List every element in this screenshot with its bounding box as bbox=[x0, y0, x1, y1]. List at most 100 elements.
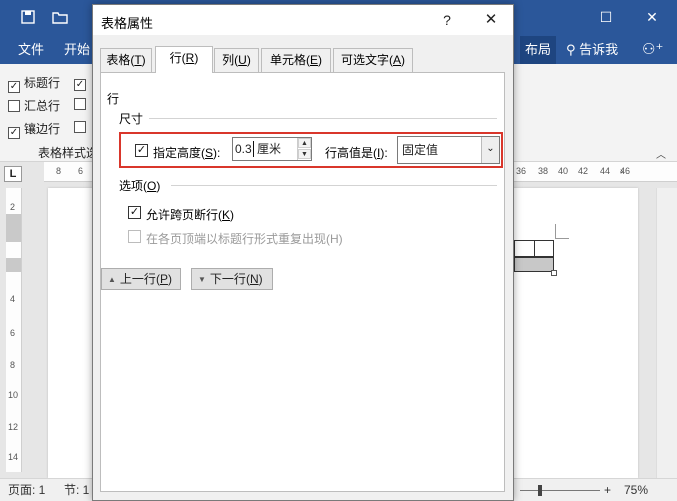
tab-alt-text[interactable]: 可选文字(A) bbox=[333, 48, 413, 72]
tab-row[interactable]: 行(R) bbox=[155, 46, 213, 73]
zoom-slider-thumb[interactable] bbox=[538, 485, 542, 496]
close-window-icon[interactable]: ✕ bbox=[632, 0, 672, 34]
tab-label: 单元格 bbox=[269, 53, 306, 67]
search-icon: ⚲ bbox=[566, 42, 576, 57]
total-row-option[interactable]: 汇总行 bbox=[8, 97, 60, 114]
specify-height-checkbox[interactable]: ✓ bbox=[135, 144, 148, 157]
dialog-title-bar[interactable]: 表格属性 ? ✕ bbox=[93, 5, 513, 35]
first-col-checkbox[interactable]: ✓ bbox=[74, 74, 90, 91]
ruler-tick-label: 8 bbox=[10, 360, 16, 370]
ruler-row-marker bbox=[6, 258, 21, 272]
ruler-tick-label: 4 bbox=[10, 294, 16, 304]
repeat-header-label: 在各页顶端以标题行形式重复出现(H) bbox=[146, 232, 343, 246]
previous-row-button[interactable]: ▲ 上一行(P) bbox=[101, 268, 181, 290]
tab-accelerator: T bbox=[134, 53, 142, 67]
text-cursor bbox=[253, 141, 254, 157]
text-boundary-mark bbox=[555, 224, 556, 238]
share-user-icon[interactable]: ⚇⁺ bbox=[642, 36, 663, 64]
table-properties-dialog: 表格属性 ? ✕ 表格(T) 行(R) 列(U) 单元格(E) 可选文字(A) … bbox=[92, 4, 514, 501]
header-row-option[interactable]: ✓ 标题行 bbox=[8, 74, 60, 93]
tab-column[interactable]: 列(U) bbox=[214, 48, 259, 72]
row-tab-panel: 行 尺寸 ✓ 指定高度(S): 0.3 厘米 ▲ ▼ 行高值是(I): 固定值 … bbox=[100, 72, 505, 492]
dialog-title: 表格属性 bbox=[101, 16, 154, 31]
tab-label: 行 bbox=[169, 51, 182, 65]
help-button[interactable]: ? bbox=[427, 5, 467, 35]
table-resize-handle[interactable] bbox=[551, 270, 557, 276]
tab-label: 列 bbox=[222, 53, 235, 67]
zoom-level[interactable]: 75% bbox=[624, 479, 648, 501]
size-section-label: 尺寸 bbox=[119, 112, 144, 126]
table-row[interactable] bbox=[514, 240, 554, 257]
table-row-selected[interactable] bbox=[514, 257, 554, 272]
zoom-slider[interactable] bbox=[520, 490, 600, 491]
close-dialog-button[interactable]: ✕ bbox=[471, 5, 511, 35]
tell-me-label: 告诉我 bbox=[579, 42, 619, 57]
row-height-rule-value: 固定值 bbox=[402, 143, 439, 157]
ruler-tick-label: 2 bbox=[10, 202, 16, 212]
row-height-rule-select[interactable]: 固定值 ⌄ bbox=[397, 136, 500, 164]
ruler-tick-label: 6 bbox=[10, 328, 16, 338]
tab-accelerator: E bbox=[310, 53, 319, 67]
ruler-tick-label: 36 bbox=[516, 166, 527, 176]
allow-row-break-label[interactable]: 允许跨页断行(K) bbox=[146, 206, 234, 223]
tab-label: 可选文字 bbox=[340, 53, 389, 67]
ruler-tick-label: 8 bbox=[56, 166, 62, 176]
section-divider bbox=[171, 185, 497, 186]
tab-stop-selector[interactable]: L bbox=[4, 166, 22, 182]
section-divider bbox=[149, 118, 497, 119]
ruler-tick-label: 14 bbox=[8, 452, 19, 462]
ruler-tick-label: 38 bbox=[538, 166, 549, 176]
options-section-label: 选项(O) bbox=[119, 179, 161, 193]
row-height-unit: 厘米 bbox=[257, 142, 282, 156]
banded-rows-checkbox[interactable]: ✓ bbox=[8, 127, 20, 139]
ruler-margin-marker bbox=[6, 214, 21, 242]
total-row-label: 汇总行 bbox=[24, 99, 61, 113]
collapse-ribbon-icon[interactable]: ︿ bbox=[656, 146, 666, 161]
specify-height-label[interactable]: 指定高度(S): bbox=[153, 144, 220, 161]
banded-cols-checkbox[interactable] bbox=[74, 120, 90, 134]
ruler-tick-label: 12 bbox=[8, 422, 19, 432]
tab-cell[interactable]: 单元格(E) bbox=[261, 48, 331, 72]
scroll-right-icon[interactable]: › bbox=[620, 166, 623, 177]
spin-down-icon[interactable]: ▼ bbox=[298, 149, 311, 159]
save-icon[interactable] bbox=[18, 0, 38, 36]
banded-rows-label: 镶边行 bbox=[24, 122, 61, 136]
ruler-tick-label: 40 bbox=[558, 166, 569, 176]
tab-file[interactable]: 文件 bbox=[18, 36, 44, 64]
repeat-header-checkbox bbox=[128, 230, 141, 243]
row-height-is-label: 行高值是(I): bbox=[325, 146, 388, 160]
next-row-button[interactable]: ▼ 下一行(N) bbox=[191, 268, 273, 290]
restore-window-icon[interactable]: ☐ bbox=[586, 0, 626, 34]
ruler-tick-label: 10 bbox=[8, 390, 19, 400]
row-height-spinner[interactable]: 0.3 厘米 ▲ ▼ bbox=[232, 137, 312, 161]
triangle-down-icon: ▼ bbox=[198, 275, 206, 284]
total-row-checkbox[interactable] bbox=[8, 100, 20, 112]
zoom-in-icon[interactable]: + bbox=[604, 479, 611, 501]
header-row-label: 标题行 bbox=[24, 76, 61, 90]
tab-layout[interactable]: 布局 bbox=[520, 36, 557, 64]
tab-home[interactable]: 开始 bbox=[64, 36, 90, 64]
allow-row-break-checkbox[interactable]: ✓ bbox=[128, 206, 141, 219]
row-heading: 行 bbox=[107, 92, 120, 106]
tab-label: 表格 bbox=[106, 53, 131, 67]
tell-me-box[interactable]: ⚲ 告诉我 bbox=[566, 36, 618, 64]
tab-accelerator: U bbox=[238, 53, 247, 67]
tab-accelerator: R bbox=[185, 51, 195, 65]
spin-up-icon[interactable]: ▲ bbox=[298, 138, 311, 148]
vertical-scrollbar[interactable] bbox=[656, 188, 677, 478]
vertical-ruler[interactable]: 2 4 6 8 10 12 14 bbox=[6, 188, 22, 472]
section-indicator[interactable]: 节: 1 bbox=[64, 479, 89, 501]
table-style-options-group-label: 表格样式选 bbox=[38, 146, 99, 160]
last-col-checkbox[interactable] bbox=[74, 97, 90, 111]
text-boundary-mark bbox=[555, 238, 569, 239]
page-indicator[interactable]: 页面: 1 bbox=[8, 479, 45, 501]
ruler-tick-label: 44 bbox=[600, 166, 611, 176]
chevron-down-icon[interactable]: ⌄ bbox=[481, 137, 499, 163]
header-row-checkbox[interactable]: ✓ bbox=[8, 81, 20, 93]
ruler-tick-label: 42 bbox=[578, 166, 589, 176]
banded-rows-option[interactable]: ✓ 镶边行 bbox=[8, 120, 60, 139]
tab-accelerator: A bbox=[393, 53, 402, 67]
open-folder-icon[interactable] bbox=[50, 0, 70, 36]
row-height-value[interactable]: 0.3 bbox=[233, 139, 252, 159]
tab-table[interactable]: 表格(T) bbox=[100, 48, 152, 72]
